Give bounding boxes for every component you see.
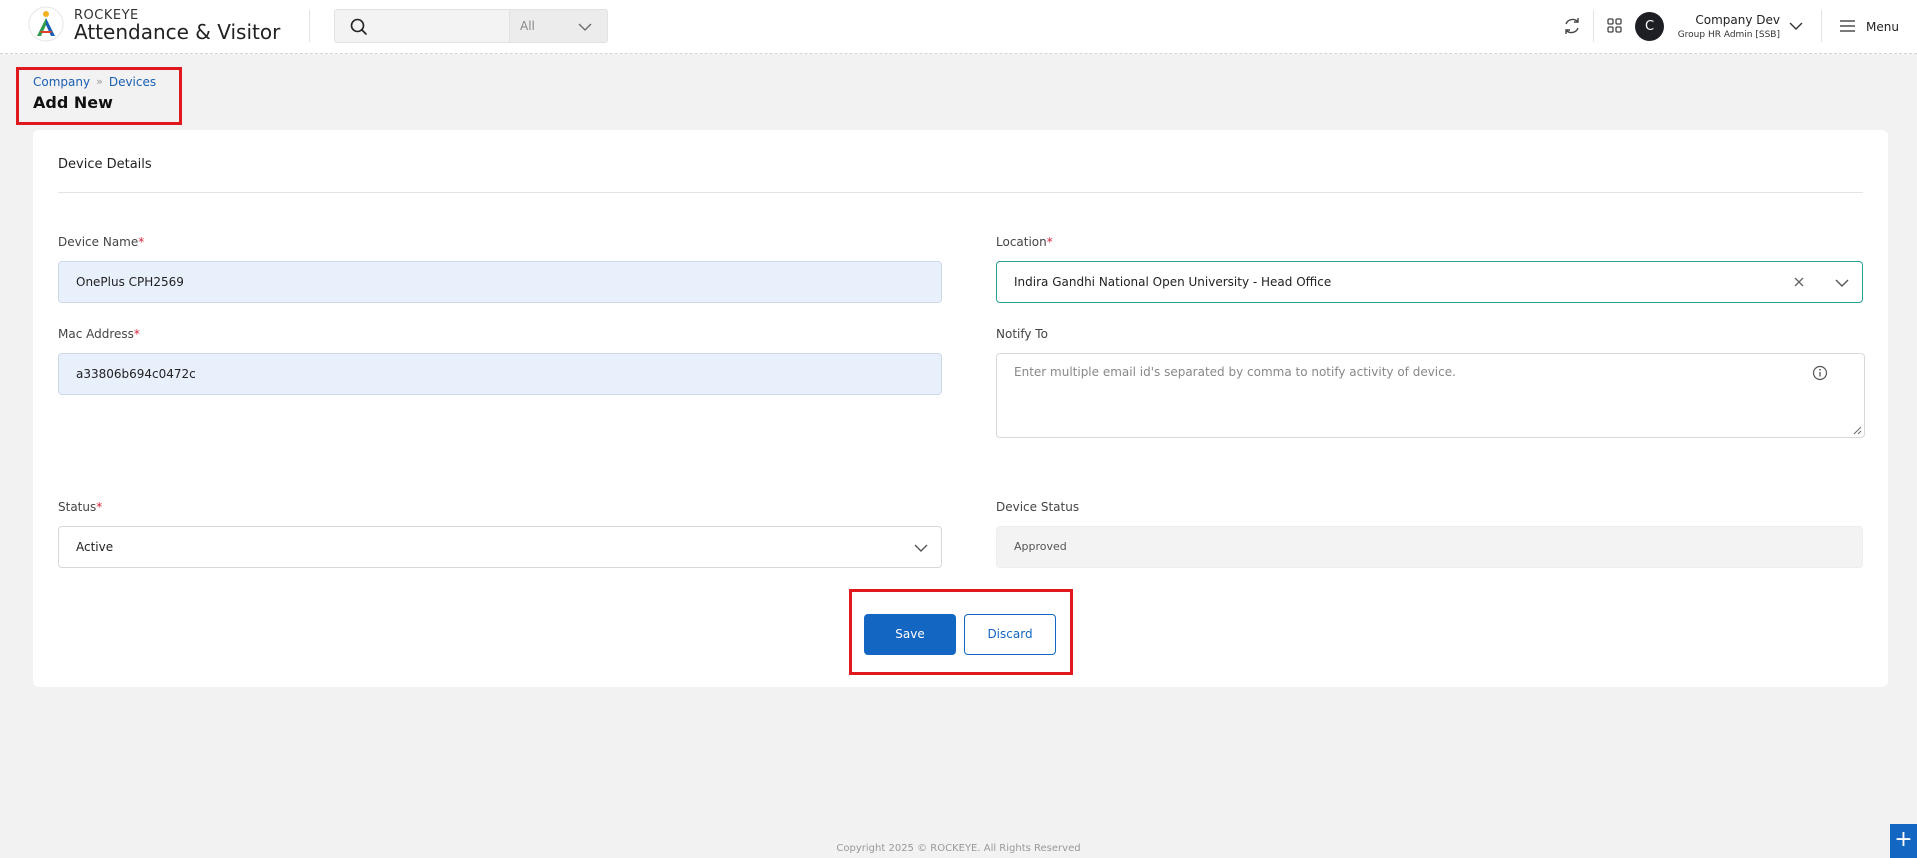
status-value: Active (76, 540, 114, 554)
global-search (334, 9, 509, 43)
menu-button[interactable]: Menu (1866, 20, 1899, 34)
header-divider (1593, 10, 1594, 42)
device-name-field[interactable]: OnePlus CPH2569 (58, 261, 942, 303)
clear-icon[interactable] (1792, 275, 1806, 289)
section-title: Device Details (58, 157, 152, 172)
search-filter-select[interactable]: All (509, 9, 608, 43)
location-label: Location* (996, 235, 1053, 249)
status-select[interactable]: Active (58, 526, 942, 568)
user-role: Group HR Admin [SSB] (1677, 30, 1780, 40)
info-icon[interactable] (1812, 365, 1828, 381)
header-divider (309, 10, 310, 42)
chevron-down-icon (914, 544, 928, 552)
chevron-down-icon[interactable] (1834, 276, 1850, 290)
section-divider (58, 192, 1863, 193)
location-select[interactable]: Indira Gandhi National Open University -… (996, 261, 1863, 303)
rockeye-logo-icon (28, 6, 64, 42)
notify-to-label: Notify To (996, 327, 1048, 341)
footer-copyright: Copyright 2025 © ROCKEYE. All Rights Res… (836, 843, 1081, 854)
device-status-field: Approved (996, 526, 1863, 568)
device-name-label: Device Name* (58, 235, 145, 249)
search-filter-value: All (520, 19, 535, 33)
device-name-value: OnePlus CPH2569 (76, 275, 184, 289)
highlight-box (16, 67, 182, 125)
mac-address-field[interactable]: a33806b694c0472c (58, 353, 942, 395)
add-fab-button[interactable]: + (1890, 824, 1917, 858)
status-label: Status* (58, 500, 103, 514)
hamburger-menu-icon[interactable] (1839, 19, 1856, 33)
apps-grid-icon[interactable] (1603, 14, 1627, 38)
device-status-value: Approved (1014, 540, 1067, 553)
search-input[interactable] (377, 16, 502, 38)
refresh-icon[interactable] (1560, 14, 1584, 38)
header-divider (1821, 10, 1822, 42)
brand-title: Attendance & Visitor (74, 20, 281, 44)
top-header: ROCKEYE Attendance & Visitor All C Compa… (0, 0, 1917, 54)
location-value: Indira Gandhi National Open University -… (1014, 275, 1332, 289)
mac-address-label: Mac Address* (58, 327, 140, 341)
search-icon[interactable] (349, 17, 369, 37)
highlight-box (849, 589, 1073, 675)
notify-to-placeholder: Enter multiple email id's separated by c… (1014, 365, 1456, 379)
device-status-label: Device Status (996, 500, 1080, 514)
user-name[interactable]: Company Dev (1660, 13, 1780, 27)
resize-handle-icon[interactable] (1852, 425, 1862, 435)
notify-to-textarea[interactable]: Enter multiple email id's separated by c… (996, 353, 1865, 438)
chevron-down-icon[interactable] (1788, 19, 1804, 33)
mac-address-value: a33806b694c0472c (76, 367, 196, 381)
chevron-down-icon (578, 23, 592, 31)
